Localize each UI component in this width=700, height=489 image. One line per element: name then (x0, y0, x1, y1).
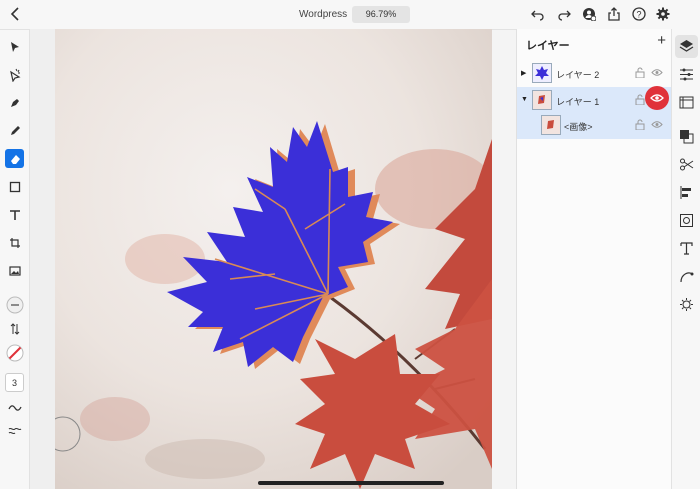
layer-thumbnail (541, 115, 561, 135)
left-toolbar: 3 (0, 30, 30, 489)
eye-icon[interactable] (651, 68, 663, 77)
pattern-icon[interactable] (679, 297, 694, 312)
layer-row-2[interactable]: ▶ レイヤー 2 (517, 60, 671, 87)
appearance-icon[interactable] (679, 129, 694, 144)
collapsed-caret-icon[interactable]: ▶ (521, 69, 526, 77)
layer-label: レイヤー 2 (556, 70, 600, 80)
layer-row-image[interactable]: <画像> (517, 112, 671, 139)
expanded-caret-icon[interactable]: ▼ (521, 96, 528, 103)
image-tool-icon[interactable] (5, 261, 24, 280)
settings-icon[interactable] (656, 7, 670, 21)
image-trace-icon[interactable] (679, 213, 694, 228)
select-tool-icon[interactable] (5, 37, 24, 56)
smoothing-icon[interactable] (5, 398, 24, 417)
panel-title: レイヤー (526, 40, 570, 52)
add-user-icon[interactable] (582, 7, 596, 21)
properties-icon[interactable] (679, 67, 694, 82)
home-indicator (258, 481, 444, 485)
align-icon[interactable] (679, 185, 694, 200)
pen-tool-icon[interactable] (5, 93, 24, 112)
brush-size[interactable]: 3 (5, 373, 24, 392)
type-panel-icon[interactable] (679, 241, 694, 256)
color-swatch-none[interactable] (5, 343, 24, 362)
leaf-artwork (55, 29, 492, 489)
scissors-icon[interactable] (679, 157, 694, 172)
redo-icon[interactable] (557, 7, 571, 21)
eraser-tool-icon[interactable] (5, 149, 24, 168)
layer-label: <画像> (564, 122, 593, 132)
svg-text:?: ? (636, 10, 641, 20)
lock-icon[interactable] (635, 67, 645, 78)
layer-thumbnail (532, 90, 552, 110)
canvas-gutter (30, 29, 55, 489)
more-tools-icon[interactable] (5, 295, 24, 314)
layers-icon[interactable] (679, 39, 694, 54)
layer-thumbnail (532, 63, 552, 83)
layer-label: レイヤー 1 (556, 97, 600, 107)
artboard-canvas[interactable] (55, 29, 492, 489)
visibility-highlight-marker[interactable] (645, 86, 669, 110)
top-bar: Wordpress 96.79% ? (0, 0, 700, 30)
back-icon[interactable] (9, 6, 23, 22)
document-title[interactable]: Wordpress (299, 9, 347, 20)
lock-icon[interactable] (635, 94, 645, 105)
rectangle-tool-icon[interactable] (5, 177, 24, 196)
undo-icon[interactable] (531, 7, 545, 21)
eye-icon[interactable] (651, 120, 663, 129)
share-icon[interactable] (607, 7, 621, 21)
libraries-icon[interactable] (679, 95, 694, 110)
transform-tool-icon[interactable] (5, 233, 24, 252)
path-icon[interactable] (679, 269, 694, 284)
lock-icon[interactable] (635, 119, 645, 130)
right-sidebar (671, 29, 700, 489)
type-tool-icon[interactable] (5, 205, 24, 224)
zoom-level[interactable]: 96.79% (352, 6, 410, 23)
direct-select-tool-icon[interactable] (5, 65, 24, 84)
brush-settings-icon[interactable] (5, 421, 24, 440)
pencil-tool-icon[interactable] (5, 121, 24, 140)
eye-icon (650, 94, 664, 102)
add-layer-button[interactable]: + (657, 32, 666, 49)
help-icon[interactable]: ? (632, 7, 646, 21)
swap-colors-icon[interactable] (5, 319, 24, 338)
